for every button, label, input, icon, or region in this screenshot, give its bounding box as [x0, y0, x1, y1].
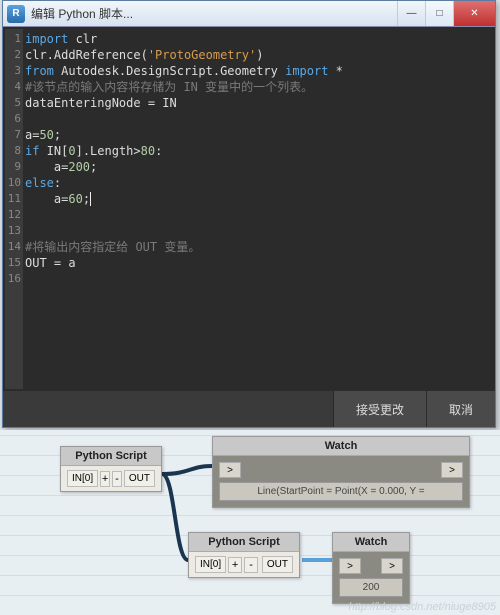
button-bar: 接受更改 取消: [3, 391, 495, 427]
app-icon: R: [7, 5, 25, 23]
title-bar[interactable]: R 编辑 Python 脚本... — □ ✕: [3, 1, 495, 27]
watch-value: 200: [339, 578, 403, 597]
node-graph[interactable]: Python Script IN[0] + - OUT Watch > > Li…: [0, 430, 500, 615]
maximize-button[interactable]: □: [425, 1, 453, 26]
node-title: Watch: [213, 437, 469, 456]
add-port-button[interactable]: +: [100, 471, 110, 487]
watch-prev-button[interactable]: >: [219, 462, 241, 478]
watch-next-button[interactable]: >: [381, 558, 403, 574]
python-editor-window: R 编辑 Python 脚本... — □ ✕ 1234567891011121…: [2, 0, 496, 428]
remove-port-button[interactable]: -: [112, 471, 122, 487]
out-port[interactable]: OUT: [262, 556, 293, 573]
add-port-button[interactable]: +: [228, 557, 242, 573]
watch-next-button[interactable]: >: [441, 462, 463, 478]
watch-prev-button[interactable]: >: [339, 558, 361, 574]
minimize-button[interactable]: —: [397, 1, 425, 26]
line-gutter: 12345678910111213141516: [5, 29, 23, 389]
node-title: Watch: [333, 533, 409, 552]
window-title: 编辑 Python 脚本...: [29, 5, 397, 22]
node-python-script-2[interactable]: Python Script IN[0] + - OUT: [188, 532, 300, 578]
node-python-script-1[interactable]: Python Script IN[0] + - OUT: [60, 446, 162, 492]
cancel-button[interactable]: 取消: [426, 391, 495, 427]
node-watch-2[interactable]: Watch > > 200: [332, 532, 410, 604]
remove-port-button[interactable]: -: [244, 557, 258, 573]
node-title: Python Script: [189, 533, 299, 552]
code-area[interactable]: import clrclr.AddReference('ProtoGeometr…: [25, 31, 493, 389]
in-port[interactable]: IN[0]: [195, 556, 226, 573]
node-watch-1[interactable]: Watch > > Line(StartPoint = Point(X = 0.…: [212, 436, 470, 508]
node-title: Python Script: [61, 447, 161, 466]
accept-button[interactable]: 接受更改: [333, 391, 426, 427]
watermark: http://blog.csdn.net/niuge8905: [349, 601, 496, 613]
code-editor[interactable]: 12345678910111213141516 import clrclr.Ad…: [5, 29, 493, 389]
watch-value: Line(StartPoint = Point(X = 0.000, Y =: [219, 482, 463, 501]
close-button[interactable]: ✕: [453, 1, 495, 26]
out-port[interactable]: OUT: [124, 470, 155, 487]
in-port[interactable]: IN[0]: [67, 470, 98, 487]
